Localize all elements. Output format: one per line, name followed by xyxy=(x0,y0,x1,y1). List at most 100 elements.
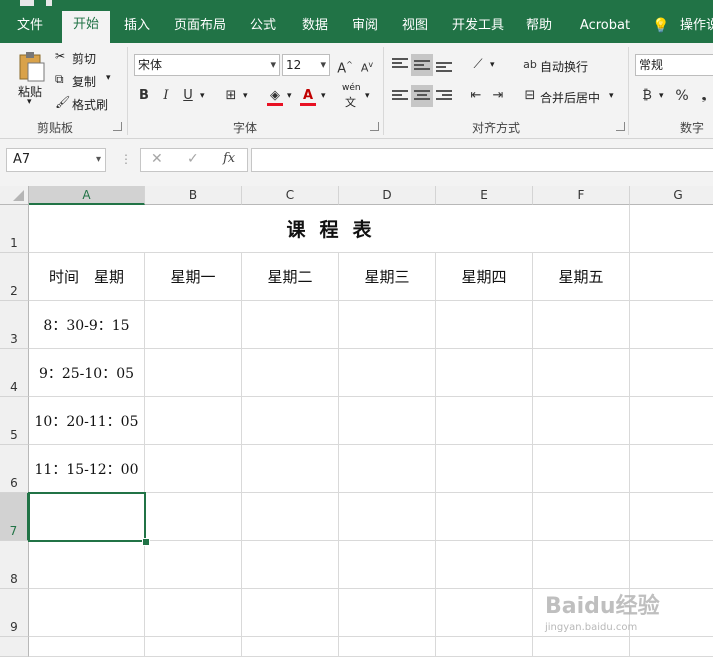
phonetic-guide-icon[interactable]: wén xyxy=(342,83,361,93)
time-cell[interactable]: 9：25-10：05 xyxy=(29,349,145,397)
column-header-c[interactable]: C xyxy=(242,186,339,205)
row-header-10[interactable] xyxy=(0,637,29,657)
cell[interactable] xyxy=(242,589,339,637)
cell[interactable] xyxy=(242,397,339,445)
cell[interactable] xyxy=(436,541,533,589)
accounting-format-icon[interactable]: ₿ xyxy=(636,85,658,107)
cell[interactable] xyxy=(242,445,339,493)
column-header-a[interactable]: A xyxy=(29,186,145,205)
underline-dropdown-icon[interactable]: ▾ xyxy=(200,91,205,101)
cell[interactable] xyxy=(29,589,145,637)
formula-input[interactable] xyxy=(251,148,713,172)
cell[interactable] xyxy=(242,349,339,397)
cell[interactable] xyxy=(29,637,145,657)
cell[interactable] xyxy=(436,349,533,397)
accounting-dropdown-icon[interactable]: ▾ xyxy=(659,91,664,101)
cell[interactable] xyxy=(533,349,630,397)
cell[interactable] xyxy=(145,397,242,445)
cell[interactable] xyxy=(436,589,533,637)
cell[interactable] xyxy=(533,397,630,445)
orientation-icon[interactable]: ⟋ xyxy=(467,54,489,76)
cell[interactable] xyxy=(630,541,713,589)
font-launcher-icon[interactable] xyxy=(370,122,379,131)
row-header-6[interactable]: 6 xyxy=(0,445,29,493)
row-header-7[interactable]: 7 xyxy=(0,493,29,541)
cell[interactable] xyxy=(533,445,630,493)
cell[interactable] xyxy=(339,349,436,397)
tab-file[interactable]: 文件 xyxy=(6,12,54,43)
header-cell-friday[interactable]: 星期五 xyxy=(533,253,630,301)
cell[interactable] xyxy=(630,349,713,397)
cell[interactable] xyxy=(436,445,533,493)
format-painter-button[interactable]: 格式刷 xyxy=(72,96,108,113)
cell[interactable] xyxy=(242,301,339,349)
merge-center-icon[interactable]: ⊟ xyxy=(519,85,541,107)
align-left-icon[interactable] xyxy=(389,85,411,107)
quick-access-dropdown-icon[interactable] xyxy=(46,0,52,6)
align-top-icon[interactable] xyxy=(389,54,411,76)
format-painter-icon[interactable]: 🖌 xyxy=(55,95,70,109)
cell[interactable] xyxy=(436,493,533,541)
worksheet-grid[interactable]: A B C D E F G 1 2 3 4 5 6 7 8 9 课程表 时间 星… xyxy=(0,186,713,657)
copy-dropdown-icon[interactable]: ▾ xyxy=(106,73,111,83)
paste-dropdown-icon[interactable]: ▾ xyxy=(27,97,32,107)
cell[interactable] xyxy=(145,541,242,589)
cell[interactable] xyxy=(339,541,436,589)
insert-function-icon[interactable]: fx xyxy=(223,151,235,166)
wrap-text-button[interactable]: 自动换行 xyxy=(540,58,588,75)
alignment-launcher-icon[interactable] xyxy=(616,122,625,131)
cell[interactable] xyxy=(339,637,436,657)
fill-color-dropdown-icon[interactable]: ▾ xyxy=(287,91,292,101)
copy-button[interactable]: 复制 xyxy=(72,73,96,90)
cell[interactable] xyxy=(145,301,242,349)
header-cell-monday[interactable]: 星期一 xyxy=(145,253,242,301)
increase-font-icon[interactable]: A^ xyxy=(334,54,356,76)
tab-view[interactable]: 视图 xyxy=(392,12,438,43)
borders-icon[interactable]: ⊞ xyxy=(220,85,242,107)
italic-button[interactable]: I xyxy=(155,85,177,107)
schedule-title[interactable]: 课程表 xyxy=(29,205,630,253)
cell[interactable] xyxy=(29,541,145,589)
paste-icon[interactable] xyxy=(16,51,46,83)
time-cell[interactable]: 8：30-9：15 xyxy=(29,301,145,349)
clipboard-launcher-icon[interactable] xyxy=(113,122,122,131)
cell[interactable] xyxy=(630,301,713,349)
column-header-e[interactable]: E xyxy=(436,186,533,205)
column-header-d[interactable]: D xyxy=(339,186,436,205)
header-cell-wednesday[interactable]: 星期三 xyxy=(339,253,436,301)
align-right-icon[interactable] xyxy=(433,85,455,107)
row-header-5[interactable]: 5 xyxy=(0,397,29,445)
tab-formulas[interactable]: 公式 xyxy=(240,12,286,43)
cell[interactable] xyxy=(242,541,339,589)
time-cell[interactable]: 10：20-11：05 xyxy=(29,397,145,445)
tab-help[interactable]: 帮助 xyxy=(516,12,562,43)
cut-icon[interactable]: ✂ xyxy=(55,49,65,63)
cell[interactable] xyxy=(145,349,242,397)
cell[interactable] xyxy=(145,589,242,637)
cancel-icon[interactable]: ✕ xyxy=(151,151,163,167)
tab-developer[interactable]: 开发工具 xyxy=(446,12,510,43)
merge-dropdown-icon[interactable]: ▾ xyxy=(609,91,614,101)
increase-indent-icon[interactable]: ⇥ xyxy=(487,85,509,107)
percent-button[interactable]: % xyxy=(671,85,693,107)
cell[interactable] xyxy=(533,301,630,349)
underline-button[interactable]: U xyxy=(177,85,199,107)
font-color-dropdown-icon[interactable]: ▾ xyxy=(321,91,326,101)
phonetic-dropdown-icon[interactable]: ▾ xyxy=(365,91,370,101)
row-header-8[interactable]: 8 xyxy=(0,541,29,589)
row-header-4[interactable]: 4 xyxy=(0,349,29,397)
tell-me-search[interactable]: 操作说明 xyxy=(680,12,713,43)
fill-handle[interactable] xyxy=(142,538,150,546)
cell[interactable] xyxy=(630,445,713,493)
copy-icon[interactable]: ⧉ xyxy=(55,72,64,87)
enter-icon[interactable]: ✓ xyxy=(187,151,199,167)
decrease-font-icon[interactable]: Av xyxy=(356,54,378,76)
cell[interactable] xyxy=(339,589,436,637)
column-header-b[interactable]: B xyxy=(145,186,242,205)
tab-page-layout[interactable]: 页面布局 xyxy=(168,12,232,43)
row-header-9[interactable]: 9 xyxy=(0,589,29,637)
comma-style-icon[interactable]: ❟ xyxy=(693,85,713,107)
fill-color-icon[interactable]: ◈ xyxy=(264,85,286,107)
time-cell[interactable]: 11：15-12：00 xyxy=(29,445,145,493)
quick-access-icon[interactable] xyxy=(20,0,34,6)
